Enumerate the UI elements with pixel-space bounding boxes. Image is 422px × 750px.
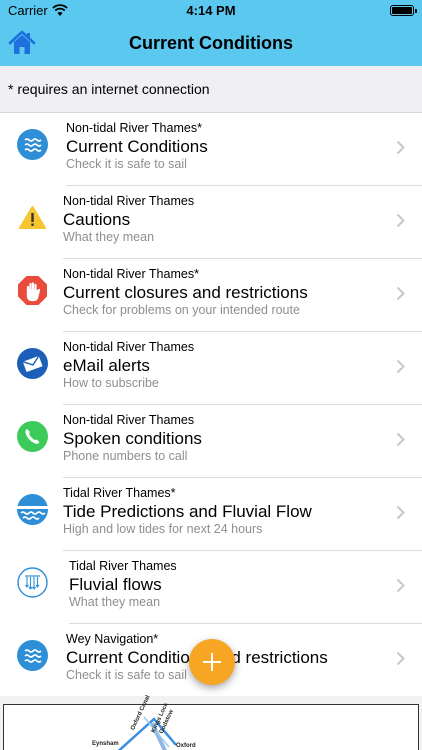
row-kicker: Non-tidal River Thames [63, 194, 195, 208]
chevron-right-icon [396, 213, 405, 228]
row-subtitle: What they mean [63, 230, 155, 244]
chevron-right-icon [396, 359, 405, 374]
row-kicker: Non-tidal River Thames* [63, 267, 199, 281]
row-subtitle: Check for problems on your intended rout… [63, 303, 300, 317]
map-preview[interactable]: Oxford Canal Kings Lock Godstow Eynsham … [0, 695, 422, 750]
list-item-current-conditions[interactable]: Non-tidal River Thames* Current Conditio… [0, 113, 422, 186]
chevron-right-icon [396, 286, 405, 301]
map-card: Oxford Canal Kings Lock Godstow Eynsham … [3, 695, 419, 750]
tide-icon [17, 494, 48, 525]
waves-icon [17, 129, 48, 160]
row-kicker: Non-tidal River Thames* [66, 121, 202, 135]
chevron-right-icon [396, 140, 405, 155]
row-title: eMail alerts [63, 356, 150, 375]
row-title: Fluvial flows [69, 575, 162, 594]
battery-icon [390, 5, 417, 16]
row-title: Cautions [63, 210, 131, 229]
internet-notice-text: * requires an internet connection [8, 81, 210, 97]
row-kicker: Non-tidal River Thames [63, 413, 195, 427]
list-item-closures[interactable]: Non-tidal River Thames* Current closures… [0, 259, 422, 332]
row-kicker: Tidal River Thames [69, 559, 177, 573]
add-button[interactable] [189, 639, 235, 685]
map-label: Eynsham [92, 741, 119, 747]
row-title: Current Conditions [66, 137, 208, 156]
row-kicker: Tidal River Thames* [63, 486, 176, 500]
row-subtitle: Check it is safe to sail [66, 157, 187, 171]
internet-notice: * requires an internet connection [0, 66, 422, 113]
row-title: Current closures and restrictions [63, 283, 308, 302]
row-subtitle: How to subscribe [63, 376, 159, 390]
river-map [117, 716, 177, 750]
list-item-spoken-conditions[interactable]: Non-tidal River Thames Spoken conditions… [0, 405, 422, 478]
chevron-right-icon [396, 651, 405, 666]
navigation-bar: Current Conditions [0, 22, 422, 66]
status-time: 4:14 PM [186, 3, 236, 18]
list-item-cautions[interactable]: Non-tidal River Thames Cautions What the… [0, 186, 422, 259]
status-bar: Carrier 4:14 PM [0, 0, 422, 22]
stop-hand-icon [17, 275, 48, 306]
waves-icon [17, 640, 48, 671]
chevron-right-icon [396, 578, 405, 593]
fluvial-flow-icon [17, 567, 48, 598]
email-icon [17, 348, 48, 379]
page-title: Current Conditions [129, 33, 293, 53]
row-kicker: Non-tidal River Thames [63, 340, 195, 354]
row-title: Spoken conditions [63, 429, 202, 448]
warning-icon [17, 202, 48, 233]
chevron-right-icon [396, 432, 405, 447]
map-label: Oxford [176, 743, 196, 749]
row-subtitle: High and low tides for next 24 hours [63, 522, 263, 536]
row-title: Tide Predictions and Fluvial Flow [63, 502, 312, 521]
list-item-tide-predictions[interactable]: Tidal River Thames* Tide Predictions and… [0, 478, 422, 551]
row-subtitle: Phone numbers to call [63, 449, 188, 463]
list-item-email-alerts[interactable]: Non-tidal River Thames eMail alerts How … [0, 332, 422, 405]
chevron-right-icon [396, 505, 405, 520]
row-subtitle: What they mean [69, 595, 161, 609]
phone-icon [17, 421, 48, 452]
list-item-fluvial-flows[interactable]: Tidal River Thames Fluvial flows What th… [0, 551, 422, 624]
